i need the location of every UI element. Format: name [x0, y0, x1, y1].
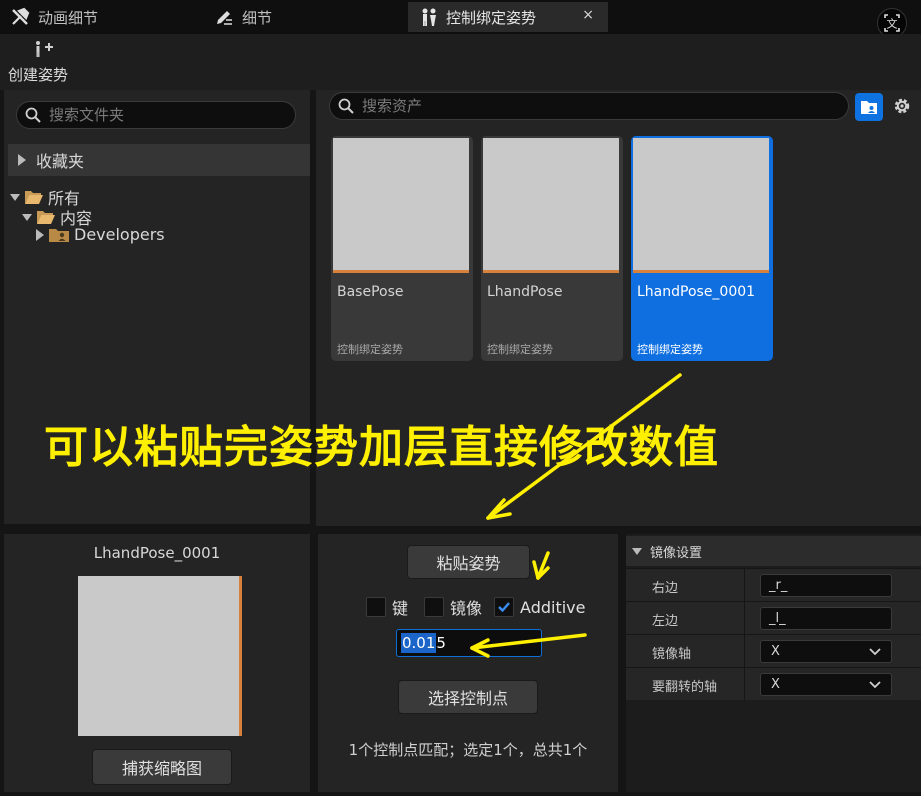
annotation-text: 可以粘贴完姿势加层直接修改数值: [44, 422, 719, 473]
mirror-axis-select[interactable]: X: [760, 640, 892, 663]
asset-card-basepose[interactable]: BasePose 控制绑定姿势: [331, 136, 473, 361]
folder-icon: [861, 101, 877, 114]
mirror-settings-header[interactable]: 镜像设置: [626, 536, 921, 566]
capture-thumbnail-button[interactable]: 捕获缩略图: [92, 749, 232, 785]
column-divider[interactable]: [744, 635, 745, 668]
folder-source-button[interactable]: [855, 93, 883, 121]
checkmark-icon: [498, 602, 510, 613]
expand-arrow-icon[interactable]: [36, 228, 44, 241]
asset-thumbnail: [483, 138, 619, 273]
additive-checkbox[interactable]: [494, 597, 515, 617]
asset-type: 控制绑定姿势: [637, 343, 703, 356]
expand-arrow-icon[interactable]: [18, 154, 26, 166]
right-suffix-input[interactable]: _r_: [760, 574, 892, 597]
asset-type: 控制绑定姿势: [337, 343, 403, 356]
value-rest-text: 5: [436, 634, 446, 652]
preview-title: LhandPose_0001: [93, 544, 221, 562]
blend-value-input[interactable]: 0.01 5: [396, 629, 542, 657]
prop-row-mirror-axis: 镜像轴 X: [626, 634, 921, 668]
mirror-checkbox-label: 镜像: [450, 599, 483, 618]
mirror-checkbox[interactable]: [424, 597, 445, 617]
toolbar: 创建姿势: [0, 34, 921, 90]
value-selected-text: 0.01: [401, 633, 437, 653]
tree-label: Developers: [74, 225, 165, 244]
folder-open-icon: [25, 191, 43, 204]
asset-name: BasePose: [337, 284, 404, 300]
favorites-label: 收藏夹: [36, 152, 85, 171]
asset-card-lhandpose[interactable]: LhandPose 控制绑定姿势: [481, 136, 623, 361]
key-checkbox-label: 键: [392, 599, 409, 618]
search-icon: [25, 107, 41, 123]
prop-label: 要翻转的轴: [652, 680, 718, 695]
column-divider[interactable]: [744, 569, 745, 602]
collapse-arrow-icon[interactable]: [10, 193, 20, 201]
asset-name: LhandPose: [487, 284, 563, 300]
pencil-icon: [214, 7, 234, 27]
asset-thumbnail: [333, 138, 469, 273]
pose-controls-panel: 粘贴姿势 键 镜像 Additive 0.01 5 选择控制点 1个控制点匹配；选…: [318, 534, 618, 792]
search-icon: [338, 98, 354, 114]
collapse-arrow-icon[interactable]: [22, 213, 32, 221]
select-value: X: [771, 644, 780, 659]
column-divider[interactable]: [744, 668, 745, 701]
tab-control-rig-pose[interactable]: 控制绑定姿势 ×: [408, 2, 608, 32]
mirror-settings-title: 镜像设置: [650, 545, 703, 561]
tab-label: 控制绑定姿势: [446, 8, 537, 27]
tools-icon: [10, 7, 30, 27]
tab-label: 细节: [242, 8, 273, 27]
folder-search-input[interactable]: [49, 106, 279, 124]
developer-folder-icon: [49, 228, 69, 242]
folder-search[interactable]: [16, 101, 296, 129]
preview-thumbnail: [78, 576, 242, 736]
asset-search-input[interactable]: [362, 97, 796, 115]
axis-to-flip-select[interactable]: X: [760, 673, 892, 696]
chevron-down-icon: [869, 680, 881, 688]
prop-label: 右边: [652, 581, 679, 596]
tab-anim-details[interactable]: 动画细节: [0, 2, 200, 32]
tab-bar: 动画细节 细节 控制绑定姿势 × 文: [0, 0, 921, 38]
tree-item-developers[interactable]: Developers: [36, 225, 165, 244]
create-pose-button[interactable]: 创建姿势: [8, 40, 78, 85]
language-icon: 文: [884, 14, 900, 32]
left-suffix-input[interactable]: _l_: [760, 607, 892, 630]
asset-search[interactable]: [329, 92, 849, 120]
checkbox-row: 键 镜像 Additive: [366, 595, 585, 619]
select-value: X: [771, 677, 780, 692]
favorites-section[interactable]: 收藏夹: [8, 144, 310, 176]
close-icon[interactable]: ×: [582, 7, 594, 23]
key-checkbox[interactable]: [366, 597, 386, 617]
paste-pose-button[interactable]: 粘贴姿势: [407, 545, 530, 579]
folder-open-icon: [37, 211, 55, 224]
asset-type: 控制绑定姿势: [487, 343, 553, 356]
tab-details[interactable]: 细节: [204, 2, 404, 32]
prop-row-left: 左边 _l_: [626, 601, 921, 635]
prop-label: 镜像轴: [652, 647, 692, 662]
prop-row-axis-to-flip: 要翻转的轴 X: [626, 667, 921, 701]
mirror-settings-panel: 镜像设置 右边 _r_ 左边 _l_ 镜像轴 X 要翻转的轴 X: [626, 534, 921, 792]
asset-card-lhandpose-0001[interactable]: LhandPose_0001 控制绑定姿势: [631, 136, 773, 361]
tab-label: 动画细节: [38, 8, 99, 27]
prop-label: 左边: [652, 614, 679, 629]
create-pose-icon: [8, 40, 78, 62]
asset-name: LhandPose_0001: [637, 284, 756, 300]
column-divider[interactable]: [744, 602, 745, 635]
chevron-down-icon: [869, 647, 881, 655]
match-status-text: 1个控制点匹配；选定1个，总共1个: [348, 741, 588, 759]
select-controls-button[interactable]: 选择控制点: [398, 680, 538, 714]
additive-checkbox-label: Additive: [520, 597, 586, 617]
create-pose-label: 创建姿势: [8, 66, 69, 84]
collapse-arrow-icon[interactable]: [632, 547, 642, 555]
language-glyph: 文: [887, 17, 898, 31]
poses-icon: [418, 7, 438, 27]
prop-row-right: 右边 _r_: [626, 568, 921, 602]
gear-icon: [894, 98, 910, 114]
preview-panel: LhandPose_0001 捕获缩略图: [4, 534, 310, 792]
settings-button[interactable]: [890, 94, 914, 118]
asset-thumbnail: [633, 138, 769, 273]
